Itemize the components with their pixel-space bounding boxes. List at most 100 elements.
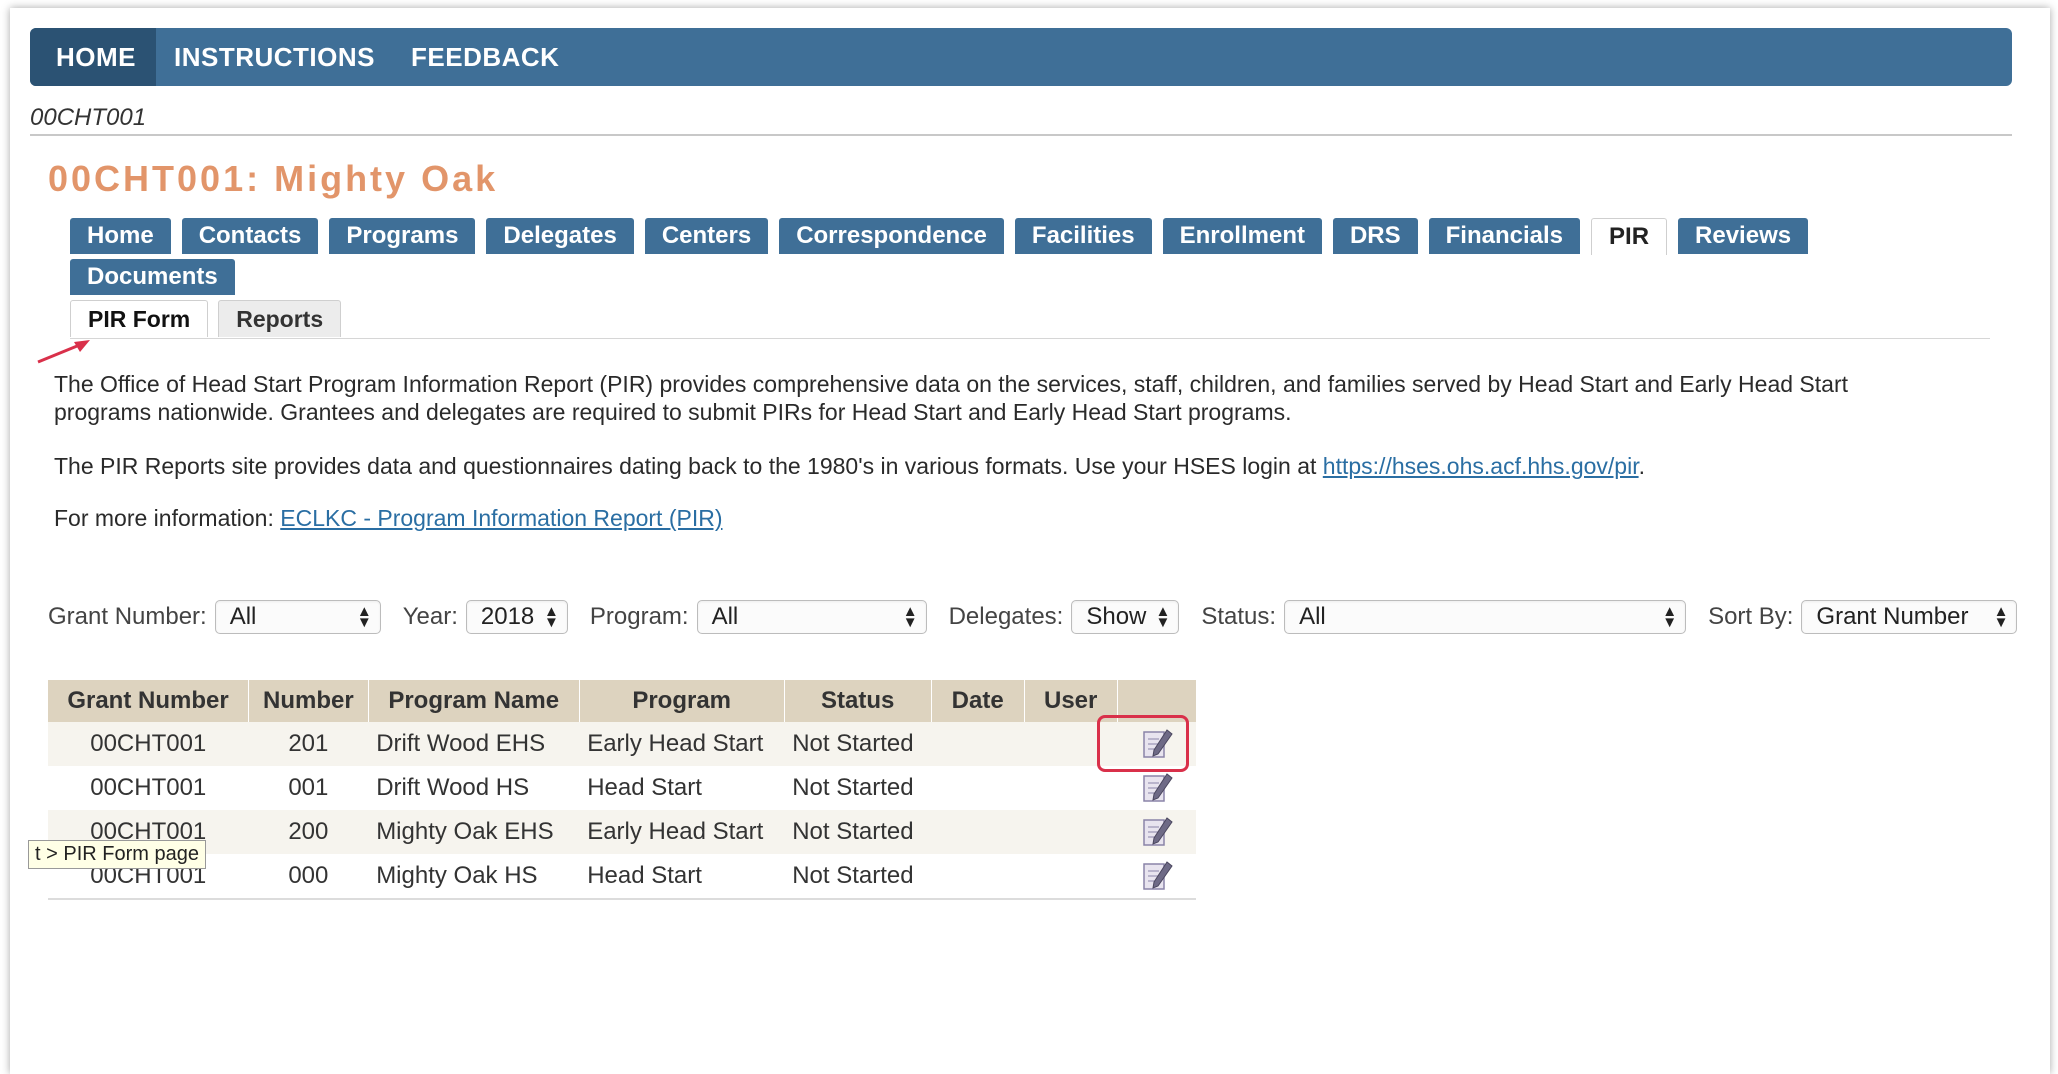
table-row: 00CHT001 001 Drift Wood HS Head Start No… — [48, 766, 1196, 810]
cell-user — [1024, 854, 1118, 900]
cell-status: Not Started — [784, 722, 932, 766]
cell-number: 200 — [248, 810, 369, 854]
edit-form-icon[interactable] — [1140, 816, 1174, 848]
cell-program-name: Mighty Oak HS — [368, 854, 580, 900]
cell-program-name: Mighty Oak EHS — [368, 810, 580, 854]
pir-subtabs: PIR Form Reports — [70, 300, 351, 337]
subtabs-divider — [70, 338, 1990, 339]
cell-date — [931, 854, 1025, 900]
more-info-label: For more information: — [54, 505, 281, 531]
cell-grant: 00CHT001 — [90, 774, 207, 801]
select-arrows-icon: ▲ ▼ — [544, 603, 559, 631]
program-value: All — [711, 603, 739, 630]
cell-status: Not Started — [784, 810, 932, 854]
cell-number: 201 — [248, 722, 369, 766]
cell-edit — [1117, 854, 1197, 900]
cell-number: 000 — [248, 854, 369, 900]
tab-pir[interactable]: PIR — [1591, 218, 1668, 255]
edit-form-icon[interactable] — [1140, 860, 1174, 892]
cell-program: Early Head Start — [579, 722, 785, 766]
year-label: Year: — [402, 603, 458, 630]
program-select[interactable]: All ▲ ▼ — [696, 600, 927, 634]
subtab-pir-form[interactable]: PIR Form — [70, 300, 209, 337]
status-label: Status: — [1201, 603, 1277, 630]
pir-reports-sentence: The PIR Reports site provides data and q… — [54, 453, 1323, 479]
col-program-name[interactable]: Program Name — [368, 680, 580, 722]
pir-description: The Office of Head Start Program Informa… — [54, 370, 1848, 426]
tab-enrollment[interactable]: Enrollment — [1162, 218, 1322, 254]
sort-by-select[interactable]: Grant Number ▲ ▼ — [1801, 600, 2018, 634]
cell-status: Not Started — [792, 774, 914, 801]
more-info-text: For more information: ECLKC - Program In… — [54, 504, 723, 532]
breadcrumb-divider — [30, 134, 2012, 136]
hses-pir-link[interactable]: https://hses.ohs.acf.hhs.gov/pir — [1323, 453, 1639, 479]
tab-facilities[interactable]: Facilities — [1014, 218, 1152, 254]
cell-status: Not Started — [784, 854, 932, 900]
tab-home[interactable]: Home — [70, 218, 171, 254]
edit-icon-highlight-box — [1097, 715, 1189, 772]
tab-drs[interactable]: DRS — [1332, 218, 1418, 254]
col-status[interactable]: Status — [784, 680, 932, 722]
year-select[interactable]: 2018 ▲ ▼ — [465, 600, 568, 634]
nav-home[interactable]: HOME — [30, 28, 156, 86]
tooltip: t > PIR Form page — [28, 840, 206, 869]
grant-number-value: All — [229, 603, 257, 630]
table-row: 00CHT001 200 Mighty Oak EHS Early Head S… — [48, 810, 1197, 854]
select-arrows-icon: ▲ ▼ — [1662, 603, 1678, 631]
cell-program: Head Start — [579, 854, 785, 900]
tab-documents[interactable]: Documents — [70, 259, 235, 295]
breadcrumb: 00CHT001 — [30, 104, 147, 131]
status-select[interactable]: All ▲ ▼ — [1284, 600, 1687, 634]
cell-program-name: Drift Wood EHS — [368, 722, 580, 766]
select-arrows-icon: ▲ ▼ — [902, 603, 918, 631]
subtab-reports[interactable]: Reports — [218, 300, 342, 337]
cell-grant: 00CHT001 — [48, 722, 249, 766]
status-value: All — [1299, 603, 1326, 630]
tab-delegates[interactable]: Delegates — [486, 218, 634, 254]
tab-centers[interactable]: Centers — [644, 218, 769, 254]
nav-instructions[interactable]: INSTRUCTIONS — [156, 28, 393, 86]
cell-program-name: Drift Wood HS — [376, 774, 530, 801]
tab-reviews[interactable]: Reviews — [1678, 218, 1809, 254]
grant-number-select[interactable]: All ▲ ▼ — [214, 600, 381, 634]
eclkc-pir-link[interactable]: ECLKC - Program Information Report (PIR) — [280, 505, 722, 531]
col-program[interactable]: Program — [579, 680, 785, 722]
delegates-label: Delegates: — [948, 603, 1064, 630]
sort-by-value: Grant Number — [1816, 603, 1969, 630]
table-header-row: Grant Number Number Program Name Program… — [48, 680, 1197, 722]
cell-edit — [1117, 766, 1196, 810]
edit-form-icon[interactable] — [1140, 772, 1174, 804]
cell-user — [1024, 766, 1117, 810]
nav-feedback[interactable]: FEEDBACK — [393, 28, 577, 86]
select-arrows-icon: ▲ ▼ — [356, 603, 372, 631]
tab-contacts[interactable]: Contacts — [181, 218, 319, 254]
filter-bar: Grant Number: All ▲ ▼ Year: 2018 ▲ ▼ Progr… — [48, 600, 2018, 634]
top-nav: HOME INSTRUCTIONS FEEDBACK — [30, 28, 2012, 86]
cell-edit — [1117, 810, 1197, 854]
main-tabs: Home Contacts Programs Delegates Centers… — [70, 218, 1990, 295]
program-label: Program: — [589, 603, 689, 630]
tab-correspondence[interactable]: Correspondence — [779, 218, 1004, 254]
delegates-select[interactable]: Show ▲ ▼ — [1071, 600, 1180, 634]
cell-date — [931, 722, 1025, 766]
red-arrow-annotation — [37, 340, 90, 364]
page-title: 00CHT001: Mighty Oak — [48, 158, 499, 199]
select-arrows-icon: ▲ ▼ — [1993, 603, 2009, 631]
pir-table: Grant Number Number Program Name Program… — [48, 680, 1197, 900]
delegates-value: Show — [1086, 603, 1147, 630]
table-row: 00CHT001 000 Mighty Oak HS Head Start No… — [48, 854, 1197, 900]
grant-number-label: Grant Number: — [48, 603, 207, 630]
cell-date — [931, 766, 1024, 810]
pir-description-line2: programs nationwide. Grantees and delega… — [54, 399, 1292, 425]
tab-programs[interactable]: Programs — [329, 218, 476, 254]
col-grant-number[interactable]: Grant Number — [48, 680, 249, 722]
cell-user — [1024, 810, 1118, 854]
pir-reports-period: . — [1638, 453, 1645, 479]
col-number[interactable]: Number — [248, 680, 369, 722]
cell-number: 001 — [288, 774, 329, 801]
sort-by-label: Sort By: — [1708, 603, 1794, 630]
tab-financials[interactable]: Financials — [1428, 218, 1581, 254]
col-date[interactable]: Date — [931, 680, 1025, 722]
cell-program: Head Start — [587, 774, 702, 801]
cell-program: Early Head Start — [579, 810, 785, 854]
